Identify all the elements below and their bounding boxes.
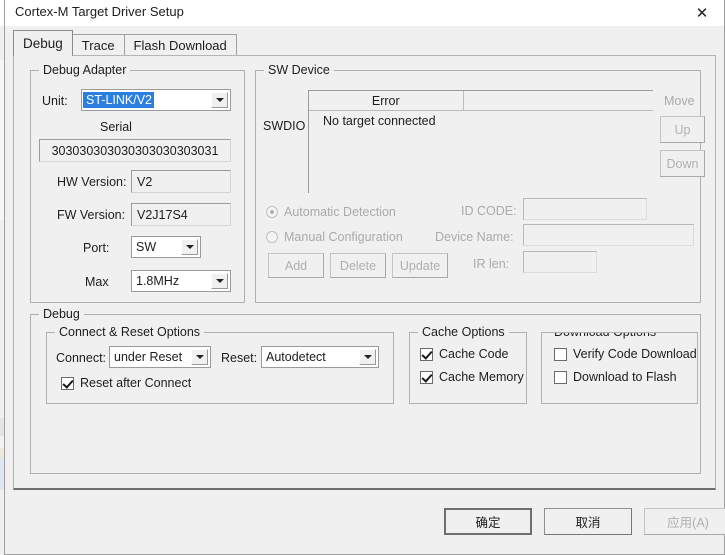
tab-flash-download[interactable]: Flash Download	[123, 34, 237, 56]
port-combobox[interactable]: SW	[131, 236, 201, 258]
add-button[interactable]: Add	[268, 253, 324, 278]
ir-len-label: IR len:	[473, 257, 510, 271]
group-sw-device: SW Device SWDIO Error No target connecte…	[255, 63, 705, 303]
column-header-error[interactable]: Error	[309, 91, 464, 111]
ir-len-field[interactable]	[523, 251, 597, 273]
checkbox-reset-after-connect-label: Reset after Connect	[80, 376, 192, 390]
cortex-m-target-driver-setup-dialog: Cortex-M Target Driver Setup ✕ Debug Tra…	[4, 0, 725, 555]
checkbox-cache-code-label: Cache Code	[439, 347, 509, 361]
delete-button[interactable]: Delete	[330, 253, 386, 278]
reset-combobox[interactable]: Autodetect	[261, 346, 379, 368]
device-name-label: Device Name:	[435, 230, 514, 244]
checkbox-cache-code[interactable]: Cache Code	[420, 347, 509, 361]
radio-indicator	[266, 206, 278, 218]
group-debug-label: Debug	[39, 307, 84, 321]
chevron-down-icon[interactable]	[191, 349, 208, 365]
title-bar: Cortex-M Target Driver Setup ✕	[5, 0, 724, 26]
reset-combobox-value: Autodetect	[266, 350, 326, 364]
fw-version-label: FW Version:	[57, 208, 126, 222]
radio-automatic-detection-label: Automatic Detection	[284, 205, 396, 219]
port-label: Port:	[83, 241, 110, 255]
tab-debug[interactable]: Debug	[13, 30, 73, 56]
id-code-field[interactable]	[523, 198, 647, 220]
checkbox-indicator	[420, 370, 433, 384]
group-debug: Debug Connect & Reset Options Connect: u…	[30, 307, 701, 474]
group-connect-reset-options-label: Connect & Reset Options	[55, 325, 205, 339]
checkbox-verify-code-download[interactable]: Verify Code Download	[554, 347, 697, 361]
chevron-down-icon[interactable]	[211, 273, 228, 289]
sw-device-error-text: No target connected	[323, 114, 436, 128]
device-name-field[interactable]	[523, 224, 694, 246]
hw-version-label: HW Version:	[57, 175, 127, 189]
radio-manual-configuration-label: Manual Configuration	[284, 230, 403, 244]
checkbox-indicator	[420, 347, 433, 361]
close-icon[interactable]: ✕	[680, 0, 724, 26]
group-sw-device-label: SW Device	[264, 63, 334, 77]
port-combobox-value: SW	[136, 240, 157, 254]
radio-manual-configuration[interactable]: Manual Configuration	[266, 230, 403, 244]
connect-combobox[interactable]: under Reset	[109, 346, 211, 368]
max-label: Max	[85, 275, 109, 289]
table-row[interactable]: No target connected	[309, 111, 653, 131]
ok-button[interactable]: 确定	[444, 508, 532, 535]
connect-combobox-value: under Reset	[114, 350, 183, 364]
move-up-button[interactable]: Up	[660, 116, 705, 143]
radio-automatic-detection[interactable]: Automatic Detection	[266, 205, 396, 219]
group-download-options-label: Download Options	[550, 333, 661, 339]
chevron-down-icon[interactable]	[359, 349, 376, 365]
checkbox-download-to-flash[interactable]: Download to Flash	[554, 370, 697, 384]
group-debug-adapter: Debug Adapter Unit: ST-LINK/V2 Serial 30…	[30, 63, 245, 303]
sw-device-list-header: Error	[309, 91, 653, 111]
chevron-down-icon[interactable]	[211, 92, 228, 108]
move-down-button[interactable]: Down	[660, 150, 705, 177]
move-label: Move	[664, 94, 695, 108]
apply-button[interactable]: 应用(A)	[644, 508, 725, 535]
checkbox-download-to-flash-label: Download to Flash	[573, 370, 677, 384]
tab-page-debug: Debug Adapter Unit: ST-LINK/V2 Serial 30…	[13, 55, 716, 490]
max-clock-combobox[interactable]: 1.8MHz	[131, 270, 231, 292]
group-cache-options: Cache Options Cache Code Cache Memory	[409, 325, 527, 404]
checkbox-indicator	[61, 376, 74, 390]
tab-strip: Debug Trace Flash Download	[13, 30, 237, 56]
serial-label: Serial	[100, 120, 132, 134]
group-download-options: Download Options Verify Code Download Do…	[541, 332, 698, 404]
max-clock-combobox-value: 1.8MHz	[136, 274, 180, 288]
unit-combobox-value: ST-LINK/V2	[83, 92, 154, 108]
tab-trace[interactable]: Trace	[71, 34, 125, 56]
checkbox-cache-memory[interactable]: Cache Memory	[420, 370, 524, 384]
checkbox-cache-memory-label: Cache Memory	[439, 370, 524, 384]
cancel-button[interactable]: 取消	[544, 508, 632, 535]
hw-version-field[interactable]: V2	[131, 170, 231, 193]
reset-label: Reset:	[221, 351, 258, 365]
unit-combobox[interactable]: ST-LINK/V2	[81, 89, 231, 111]
swdio-label: SWDIO	[263, 119, 306, 133]
checkbox-reset-after-connect[interactable]: Reset after Connect	[61, 376, 191, 390]
checkbox-verify-code-download-label: Verify Code Download	[573, 347, 697, 361]
connect-label: Connect:	[56, 351, 107, 365]
group-debug-adapter-label: Debug Adapter	[39, 63, 131, 77]
fw-version-field[interactable]: V2J17S4	[131, 203, 231, 226]
column-header-blank[interactable]	[463, 91, 653, 111]
id-code-label: ID CODE:	[461, 204, 517, 218]
sw-device-list[interactable]: Error No target connected	[308, 90, 653, 193]
window-title: Cortex-M Target Driver Setup	[15, 4, 184, 19]
update-button[interactable]: Update	[392, 253, 448, 278]
group-connect-reset-options: Connect & Reset Options Connect: under R…	[46, 325, 394, 404]
unit-label: Unit:	[42, 94, 68, 108]
dialog-button-bar: 确定 取消 应用(A)	[5, 492, 725, 554]
group-cache-options-label: Cache Options	[418, 325, 509, 339]
serial-field[interactable]: 303030303030303030303031	[39, 139, 231, 162]
chevron-down-icon[interactable]	[181, 239, 198, 255]
radio-indicator	[266, 231, 278, 243]
checkbox-indicator	[554, 347, 567, 361]
checkbox-indicator	[554, 370, 567, 384]
